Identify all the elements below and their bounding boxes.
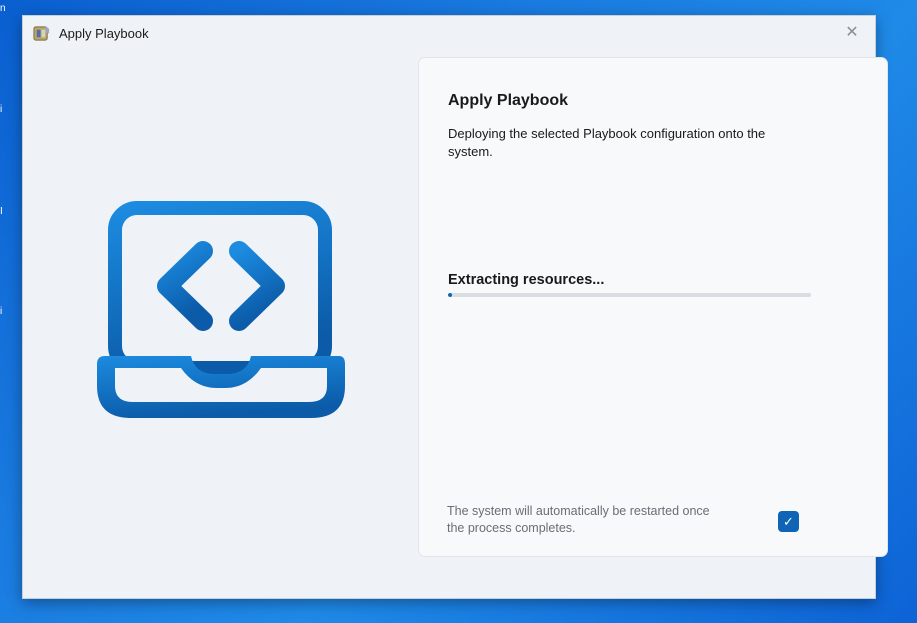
restart-note: The system will automatically be restart… [447, 504, 710, 535]
app-icon [33, 25, 50, 41]
close-button[interactable]: ✕ [837, 20, 867, 44]
panel-title: Apply Playbook [448, 92, 569, 109]
close-icon: ✕ [845, 24, 859, 41]
panel-description: Deploying the selected Playbook configur… [448, 126, 766, 159]
titlebar[interactable]: Apply Playbook ✕ [23, 16, 875, 50]
desktop-icon-label: i [0, 306, 3, 317]
desktop-icon-label: I [0, 206, 3, 217]
status-text: Extracting resources... [448, 272, 605, 288]
checkmark-icon: ✓ [783, 513, 794, 529]
window-title: Apply Playbook [59, 26, 149, 41]
apply-playbook-window: Apply Playbook ✕ Apply Playbook Deployin… [22, 15, 888, 599]
laptop-code-icon [97, 201, 345, 418]
desktop-icon-label: n [0, 3, 6, 14]
restart-checkbox[interactable]: ✓ [778, 511, 799, 532]
progress-panel: Apply Playbook Deploying the selected Pl… [418, 57, 888, 557]
progress-bar [448, 293, 811, 297]
progress-fill [448, 293, 453, 297]
desktop-icon-label: i [0, 104, 3, 115]
